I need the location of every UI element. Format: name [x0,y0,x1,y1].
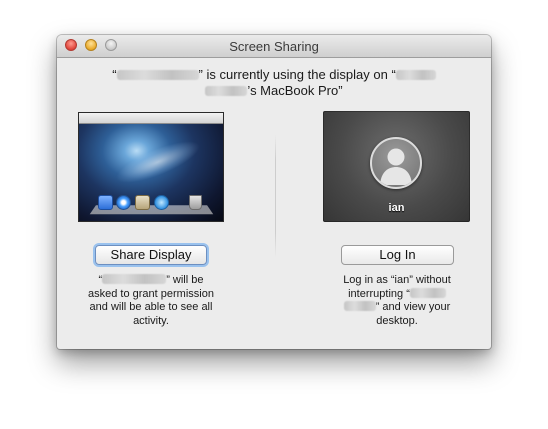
sharing-message: “ ” is currently using the display on “ ’… [77,67,471,99]
divider [275,135,276,257]
message-text: “ [112,67,117,82]
galaxy-wallpaper [111,133,205,191]
redacted-user-name [343,301,376,311]
share-description: “” will be asked to grant permission and… [64,274,238,328]
trash-icon [189,195,202,210]
redacted-owner-name [395,70,436,80]
desktop-preview-icon [78,112,224,222]
redacted-user-name [116,70,199,80]
share-display-button[interactable]: Share Display [95,245,207,265]
desc-text: ” will be [166,274,204,286]
window-title: Screen Sharing [229,39,319,54]
message-text: ’s MacBook Pro” [247,83,343,98]
avatar [370,137,422,189]
safari-icon [116,195,131,210]
user-silhouette-icon: ian [323,111,470,222]
title-bar[interactable]: Screen Sharing [57,35,491,58]
username-label: ian [388,202,405,214]
finder-icon [98,195,113,210]
desc-text: interrupting “ [348,287,410,300]
messages-icon [154,195,169,210]
redacted-user-name [409,287,446,298]
preview-menu-bar [79,113,223,124]
message-text: ” is currently using the display on “ [198,67,396,82]
desc-text: asked to grant permission [88,287,214,300]
log-in-button[interactable]: Log In [341,245,454,265]
screen-sharing-window: Screen Sharing “ ” is currently using the… [57,35,491,349]
redacted-user-name [102,274,167,284]
redacted-owner-name [205,86,248,96]
desc-text: activity. [133,314,169,327]
login-description: Log in as “ian” without interrupting “ ”… [310,274,484,328]
desc-text: desktop. [376,314,418,327]
desc-text: Log in as “ian” without [343,274,451,286]
desc-text: and will be able to see all [89,301,213,313]
mail-icon [135,195,150,210]
user-icon [380,148,412,185]
desc-text: ” and view your [375,301,451,313]
